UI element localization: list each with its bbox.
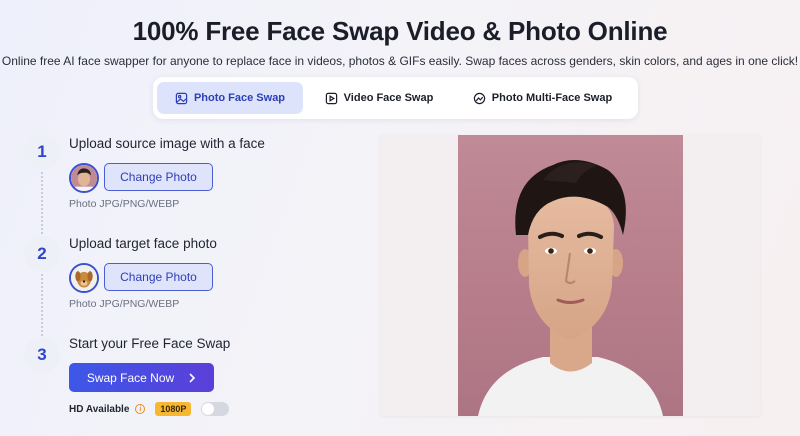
- multi-face-icon: [473, 92, 486, 104]
- target-file-hint: Photo JPG/PNG/WEBP: [69, 298, 180, 310]
- step-title-1: Upload source image with a face: [69, 136, 265, 151]
- tab-photo-multi-face-swap[interactable]: Photo Multi-Face Swap: [455, 82, 630, 114]
- page-title: 100% Free Face Swap Video & Photo Online: [132, 16, 668, 46]
- resolution-badge: 1080P: [155, 402, 192, 416]
- preview-photo: [458, 135, 683, 416]
- hd-label: HD Available: [69, 403, 130, 415]
- target-face-avatar[interactable]: [69, 263, 99, 293]
- change-target-photo-button[interactable]: Change Photo: [104, 263, 213, 291]
- step-title-2: Upload target face photo: [69, 236, 217, 251]
- step-number-2: 2: [24, 236, 60, 272]
- tab-label: Photo Face Swap: [193, 92, 286, 104]
- tab-photo-face-swap[interactable]: Photo Face Swap: [157, 82, 303, 114]
- swap-face-now-button[interactable]: Swap Face Now: [69, 363, 214, 392]
- step-number-3: 3: [24, 337, 60, 373]
- change-source-photo-button[interactable]: Change Photo: [104, 163, 213, 191]
- tab-video-face-swap[interactable]: Video Face Swap: [303, 82, 455, 114]
- source-face-avatar[interactable]: [69, 163, 99, 193]
- hd-toggle[interactable]: [201, 402, 230, 416]
- mode-tabs: Photo Face Swap Video Face Swap Photo Mu…: [153, 77, 638, 119]
- step-connector: [41, 172, 43, 238]
- portrait-illustration: [478, 160, 663, 416]
- step-title-3: Start your Free Face Swap: [69, 336, 231, 351]
- video-play-icon: [325, 92, 337, 104]
- page-subtitle: Online free AI face swapper for anyone t…: [1, 54, 799, 68]
- step-number-1: 1: [24, 134, 60, 170]
- tab-label: Video Face Swap: [343, 92, 434, 104]
- tab-label: Photo Multi-Face Swap: [491, 92, 613, 104]
- chevron-right-icon: [189, 372, 196, 383]
- hd-option-row: HD Available i 1080P: [69, 402, 230, 416]
- source-face-image: [71, 165, 97, 191]
- step-connector: [41, 274, 43, 340]
- source-file-hint: Photo JPG/PNG/WEBP: [69, 198, 180, 210]
- target-face-image: [71, 265, 97, 291]
- swap-button-label: Swap Face Now: [86, 370, 175, 385]
- image-icon: [175, 92, 188, 104]
- info-icon[interactable]: i: [135, 404, 146, 414]
